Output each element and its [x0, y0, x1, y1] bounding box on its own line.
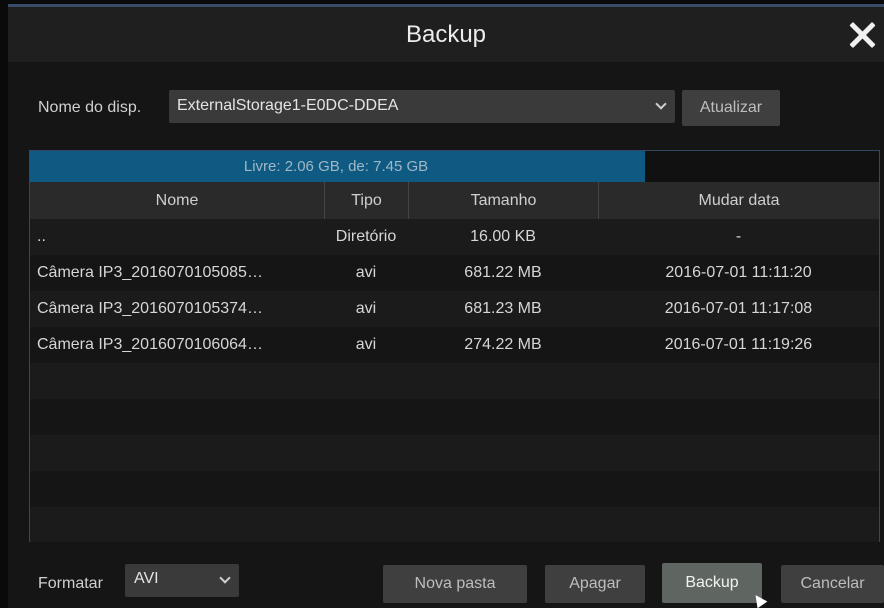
cell-date: 2016-07-01 11:11:20	[665, 264, 812, 281]
cell-size: 274.22 MB	[464, 336, 542, 353]
device-label: Nome do disp.	[38, 99, 142, 116]
refresh-button[interactable]: Atualizar	[682, 90, 780, 126]
column-header-size[interactable]: Tamanho	[408, 182, 598, 219]
title-bar: Backup	[8, 4, 884, 62]
cell-name: Câmera IP3_2016070105085…	[37, 264, 263, 281]
device-select-value: ExternalStorage1-E0DC-DDEA	[177, 97, 399, 114]
cell-type: avi	[355, 336, 377, 353]
cell-date: -	[735, 228, 742, 245]
new-folder-button[interactable]: Nova pasta	[383, 565, 527, 603]
dialog-title: Backup	[405, 21, 487, 48]
chevron-down-icon	[655, 98, 667, 110]
cell-date: 2016-07-01 11:19:26	[664, 336, 813, 353]
chevron-down-icon	[219, 572, 231, 584]
table-row[interactable]: .. Diretório 16.00 KB -	[30, 219, 879, 255]
column-header-name[interactable]: Nome	[30, 182, 324, 219]
cancel-button[interactable]: Cancelar	[781, 565, 884, 603]
format-select[interactable]: AVI	[125, 564, 239, 597]
cell-name: Câmera IP3_2016070106064…	[37, 336, 263, 353]
cell-type: Diretório	[335, 228, 397, 245]
empty-row	[30, 471, 879, 507]
empty-row	[30, 399, 879, 435]
cell-size: 681.22 MB	[464, 264, 542, 281]
empty-row	[30, 435, 879, 471]
cell-date: 2016-07-01 11:17:08	[664, 300, 813, 317]
storage-bar: Livre: 2.06 GB, de: 7.45 GB	[30, 151, 879, 182]
close-icon[interactable]	[848, 21, 876, 49]
device-select[interactable]: ExternalStorage1-E0DC-DDEA	[169, 90, 675, 123]
cell-size: 681.23 MB	[464, 300, 542, 317]
table-row[interactable]: Câmera IP3_2016070106064… avi 274.22 MB …	[30, 327, 879, 363]
backup-button[interactable]: Backup	[662, 563, 762, 603]
column-header-type[interactable]: Tipo	[324, 182, 408, 219]
column-header-date[interactable]: Mudar data	[598, 182, 879, 219]
file-panel: Livre: 2.06 GB, de: 7.45 GB Nome Tipo Ta…	[29, 150, 880, 542]
cell-name: Câmera IP3_2016070105374…	[37, 300, 263, 317]
device-row: Nome do disp. ExternalStorage1-E0DC-DDEA…	[8, 90, 884, 126]
cell-name: ..	[37, 228, 46, 245]
cell-type: avi	[355, 300, 377, 317]
format-select-value: AVI	[134, 570, 159, 587]
table-header: Nome Tipo Tamanho Mudar data	[30, 182, 879, 219]
format-label: Formatar	[38, 575, 103, 592]
storage-text: Livre: 2.06 GB, de: 7.45 GB	[243, 158, 429, 175]
cell-type: avi	[355, 264, 377, 281]
table-row[interactable]: Câmera IP3_2016070105085… avi 681.22 MB …	[30, 255, 879, 291]
empty-row	[30, 507, 879, 542]
table-row[interactable]: Câmera IP3_2016070105374… avi 681.23 MB …	[30, 291, 879, 327]
empty-row	[30, 363, 879, 399]
cell-size: 16.00 KB	[470, 228, 536, 245]
delete-button[interactable]: Apagar	[545, 565, 645, 603]
backup-dialog: Backup Nome do disp. ExternalStorage1-E0…	[8, 4, 884, 608]
